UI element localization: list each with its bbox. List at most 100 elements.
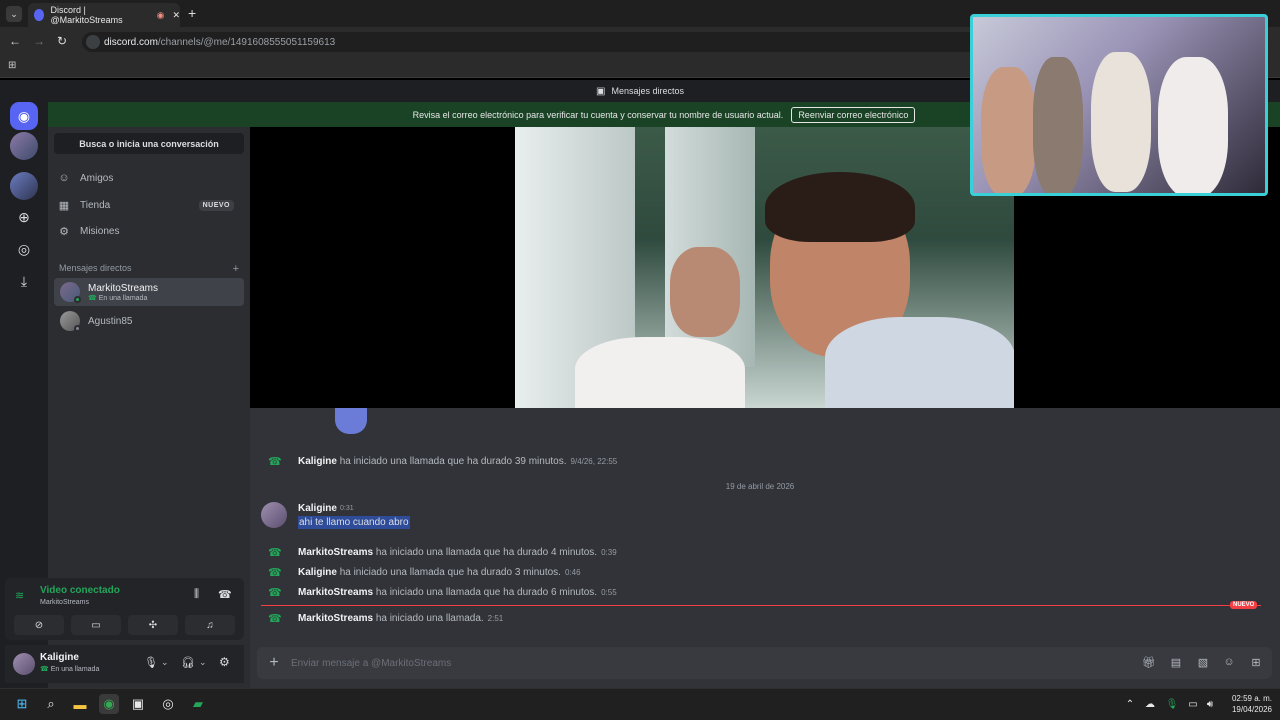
server-avatar-2[interactable] [10, 172, 38, 200]
nav-label: Tienda [80, 199, 111, 211]
nav-quests[interactable]: ⚙ Misiones [58, 221, 238, 241]
call-log-row: ☎ MarkitoStreams ha iniciado una llamada… [268, 612, 503, 625]
tab-list-button[interactable]: ⌄ [6, 6, 22, 22]
message-author[interactable]: Kaligine [298, 503, 337, 514]
mic-options-chevron-icon[interactable]: ⌄ [161, 657, 169, 668]
person-head-shape [670, 247, 740, 337]
self-video-pip[interactable] [970, 14, 1268, 196]
remote-video[interactable] [515, 127, 1014, 408]
search-input[interactable]: Busca o inicia una conversación [54, 133, 244, 154]
call-log-line: MarkitoStreams ha iniciado una llamada. 2… [298, 613, 503, 624]
dm-item-markitostreams[interactable]: MarkitoStreams ☎ En una llamada [54, 278, 244, 306]
phone-icon: ☎ [268, 547, 282, 559]
call-text: ha iniciado una llamada que ha durado 6 … [375, 587, 598, 598]
message-text: ahi te llamo cuando abro [298, 516, 410, 529]
user-avatar[interactable] [13, 653, 35, 675]
search-icon[interactable]: ⌕ [41, 694, 61, 714]
wumpus-sticker-icon [335, 408, 367, 434]
call-log-row: ☎ MarkitoStreams ha iniciado una llamada… [268, 586, 617, 599]
app-icon[interactable]: ▰ [188, 694, 208, 714]
chrome-icon[interactable]: ◉ [99, 694, 119, 714]
taskbar-clock[interactable]: 02:59 a. m. 19/04/2026 [1222, 693, 1272, 715]
audio-options-chevron-icon[interactable]: ⌄ [199, 657, 207, 668]
call-log-line: MarkitoStreams ha iniciado una llamada q… [298, 587, 617, 598]
tray-chevron-icon[interactable]: ⌃ [1120, 694, 1140, 714]
call-text: ha iniciado una llamada que ha durado 4 … [375, 547, 598, 558]
call-text: ha iniciado una llamada que ha durado 3 … [339, 567, 561, 578]
mic-tray-icon[interactable]: 🎙︎ [1162, 694, 1182, 714]
person-body-shape [825, 317, 1014, 408]
file-explorer-icon[interactable]: ▬ [70, 694, 90, 714]
new-badge: NUEVO [198, 199, 234, 211]
settings-gear-icon[interactable]: ⚙ [219, 655, 230, 669]
add-server-icon[interactable]: ⊕ [10, 203, 38, 231]
onedrive-icon[interactable]: ☁ [1140, 694, 1160, 714]
voice-status[interactable]: Video conectado [40, 585, 120, 596]
person-shape [1033, 57, 1083, 193]
call-author[interactable]: Kaligine [298, 567, 337, 578]
apps-icon[interactable]: ⊞ [1249, 656, 1263, 670]
store-icon[interactable]: ▣ [128, 694, 148, 714]
tab-close-icon[interactable]: ✕ [172, 10, 180, 21]
discord-home-icon[interactable]: ◉ [10, 102, 38, 130]
back-icon[interactable]: ← [9, 34, 21, 48]
friends-icon: ☺ [58, 172, 70, 184]
emoji-icon[interactable]: ☺ [1222, 656, 1236, 670]
reload-icon[interactable]: ↻ [57, 34, 67, 48]
nav-label: Misiones [80, 225, 120, 237]
call-time: 0:39 [601, 548, 617, 557]
in-call-icon: ☎ [40, 666, 49, 673]
discover-icon[interactable]: ◎ [10, 235, 38, 263]
nav-friends[interactable]: ☺ Amigos [58, 168, 238, 188]
message-input[interactable]: Enviar mensaje a @MarkitoStreams [291, 658, 451, 669]
disconnect-icon[interactable]: ☎ [218, 588, 232, 601]
soundboard-button[interactable]: ♫ [185, 615, 235, 635]
call-text: ha iniciado una llamada que ha durado 39… [339, 456, 567, 467]
download-icon[interactable]: ⤓ [10, 267, 38, 295]
dm-icon: ▣ [596, 85, 606, 97]
sticker-icon[interactable]: ▧ [1196, 656, 1210, 670]
message-avatar[interactable] [261, 502, 287, 528]
call-text: ha iniciado una llamada. [375, 613, 484, 624]
dm-status-line: ☎ En una llamada [88, 294, 158, 302]
call-author[interactable]: MarkitoStreams [298, 547, 373, 558]
browser-tab[interactable]: Discord | @MarkitoStreams ◉ ✕ [28, 3, 180, 27]
dm-item-agustin85[interactable]: Agustin85 [54, 307, 244, 335]
new-tab-button[interactable]: + [188, 5, 196, 21]
server-avatar-1[interactable] [10, 132, 38, 160]
attach-plus-icon[interactable]: + [257, 654, 291, 672]
resend-email-button[interactable]: Reenviar correo electrónico [791, 106, 916, 123]
dm-name: MarkitoStreams [88, 282, 159, 294]
gif-icon[interactable]: ▤ [1169, 656, 1183, 670]
url-path: /channels/@me/1491608555051159613 [157, 36, 336, 48]
forward-icon[interactable]: → [33, 34, 45, 48]
call-time: 0:46 [564, 568, 581, 577]
user-status-line: ☎ En una llamada [40, 665, 99, 673]
nav-shop[interactable]: ▦ Tienda NUEVO [58, 195, 234, 215]
gift-icon[interactable]: 🎁︎ [1142, 656, 1156, 670]
apps-grid-icon[interactable]: ⊞ [8, 60, 16, 71]
call-log-line: MarkitoStreams ha iniciado una llamada q… [298, 547, 617, 558]
phone-icon: ☎ [268, 567, 282, 579]
microphone-icon[interactable]: 🎙︎ [144, 656, 158, 669]
in-call-icon: ☎ [88, 294, 97, 302]
site-info-icon[interactable] [86, 35, 100, 49]
windows-start-icon[interactable]: ⊞ [12, 694, 32, 714]
call-log-row: ☎ MarkitoStreams ha iniciado una llamada… [268, 546, 617, 559]
noise-suppression-icon[interactable]: ⫼ [194, 588, 199, 601]
volume-icon[interactable]: 🔊︎ [1200, 694, 1220, 714]
activities-button[interactable]: ✣ [128, 615, 178, 635]
camera-off-button[interactable]: ⊘ [14, 615, 64, 635]
phone-icon: ☎ [268, 456, 282, 468]
call-author[interactable]: MarkitoStreams [298, 613, 373, 624]
clock-date: 19/04/2026 [1231, 705, 1272, 714]
headphones-icon[interactable]: 🎧︎ [181, 656, 195, 669]
screen-share-button[interactable]: ▭ [71, 615, 121, 635]
call-author[interactable]: MarkitoStreams [298, 587, 373, 598]
person-shape [1158, 57, 1228, 193]
create-dm-icon[interactable]: + [233, 263, 239, 275]
call-author[interactable]: Kaligine [298, 456, 337, 467]
phone-icon: ☎ [268, 613, 282, 625]
message-composer[interactable]: + Enviar mensaje a @MarkitoStreams [257, 647, 1272, 679]
app-icon[interactable]: ◎ [158, 694, 178, 714]
